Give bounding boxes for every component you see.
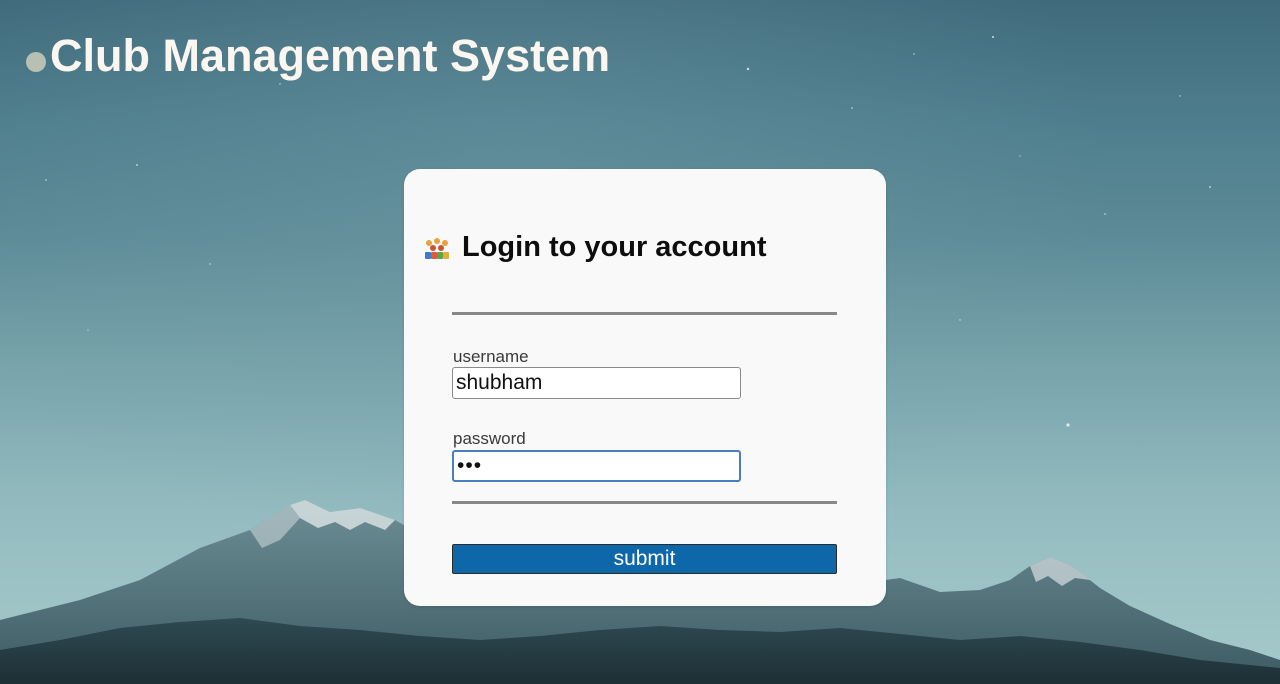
login-card: Login to your account username password … (404, 169, 886, 606)
password-label: password (453, 429, 526, 448)
login-heading: Login to your account (462, 231, 767, 263)
app-header: Club Management System (26, 30, 610, 82)
login-header: Login to your account (422, 231, 767, 264)
club-members-icon (425, 237, 449, 259)
status-dot-icon (26, 52, 46, 72)
app-title: Club Management System (50, 30, 611, 81)
username-label: username (453, 347, 529, 366)
password-field[interactable] (452, 450, 741, 482)
username-field[interactable] (452, 367, 741, 399)
divider-bottom (452, 501, 837, 504)
divider-top (452, 312, 837, 315)
submit-button[interactable]: submit (452, 544, 837, 574)
